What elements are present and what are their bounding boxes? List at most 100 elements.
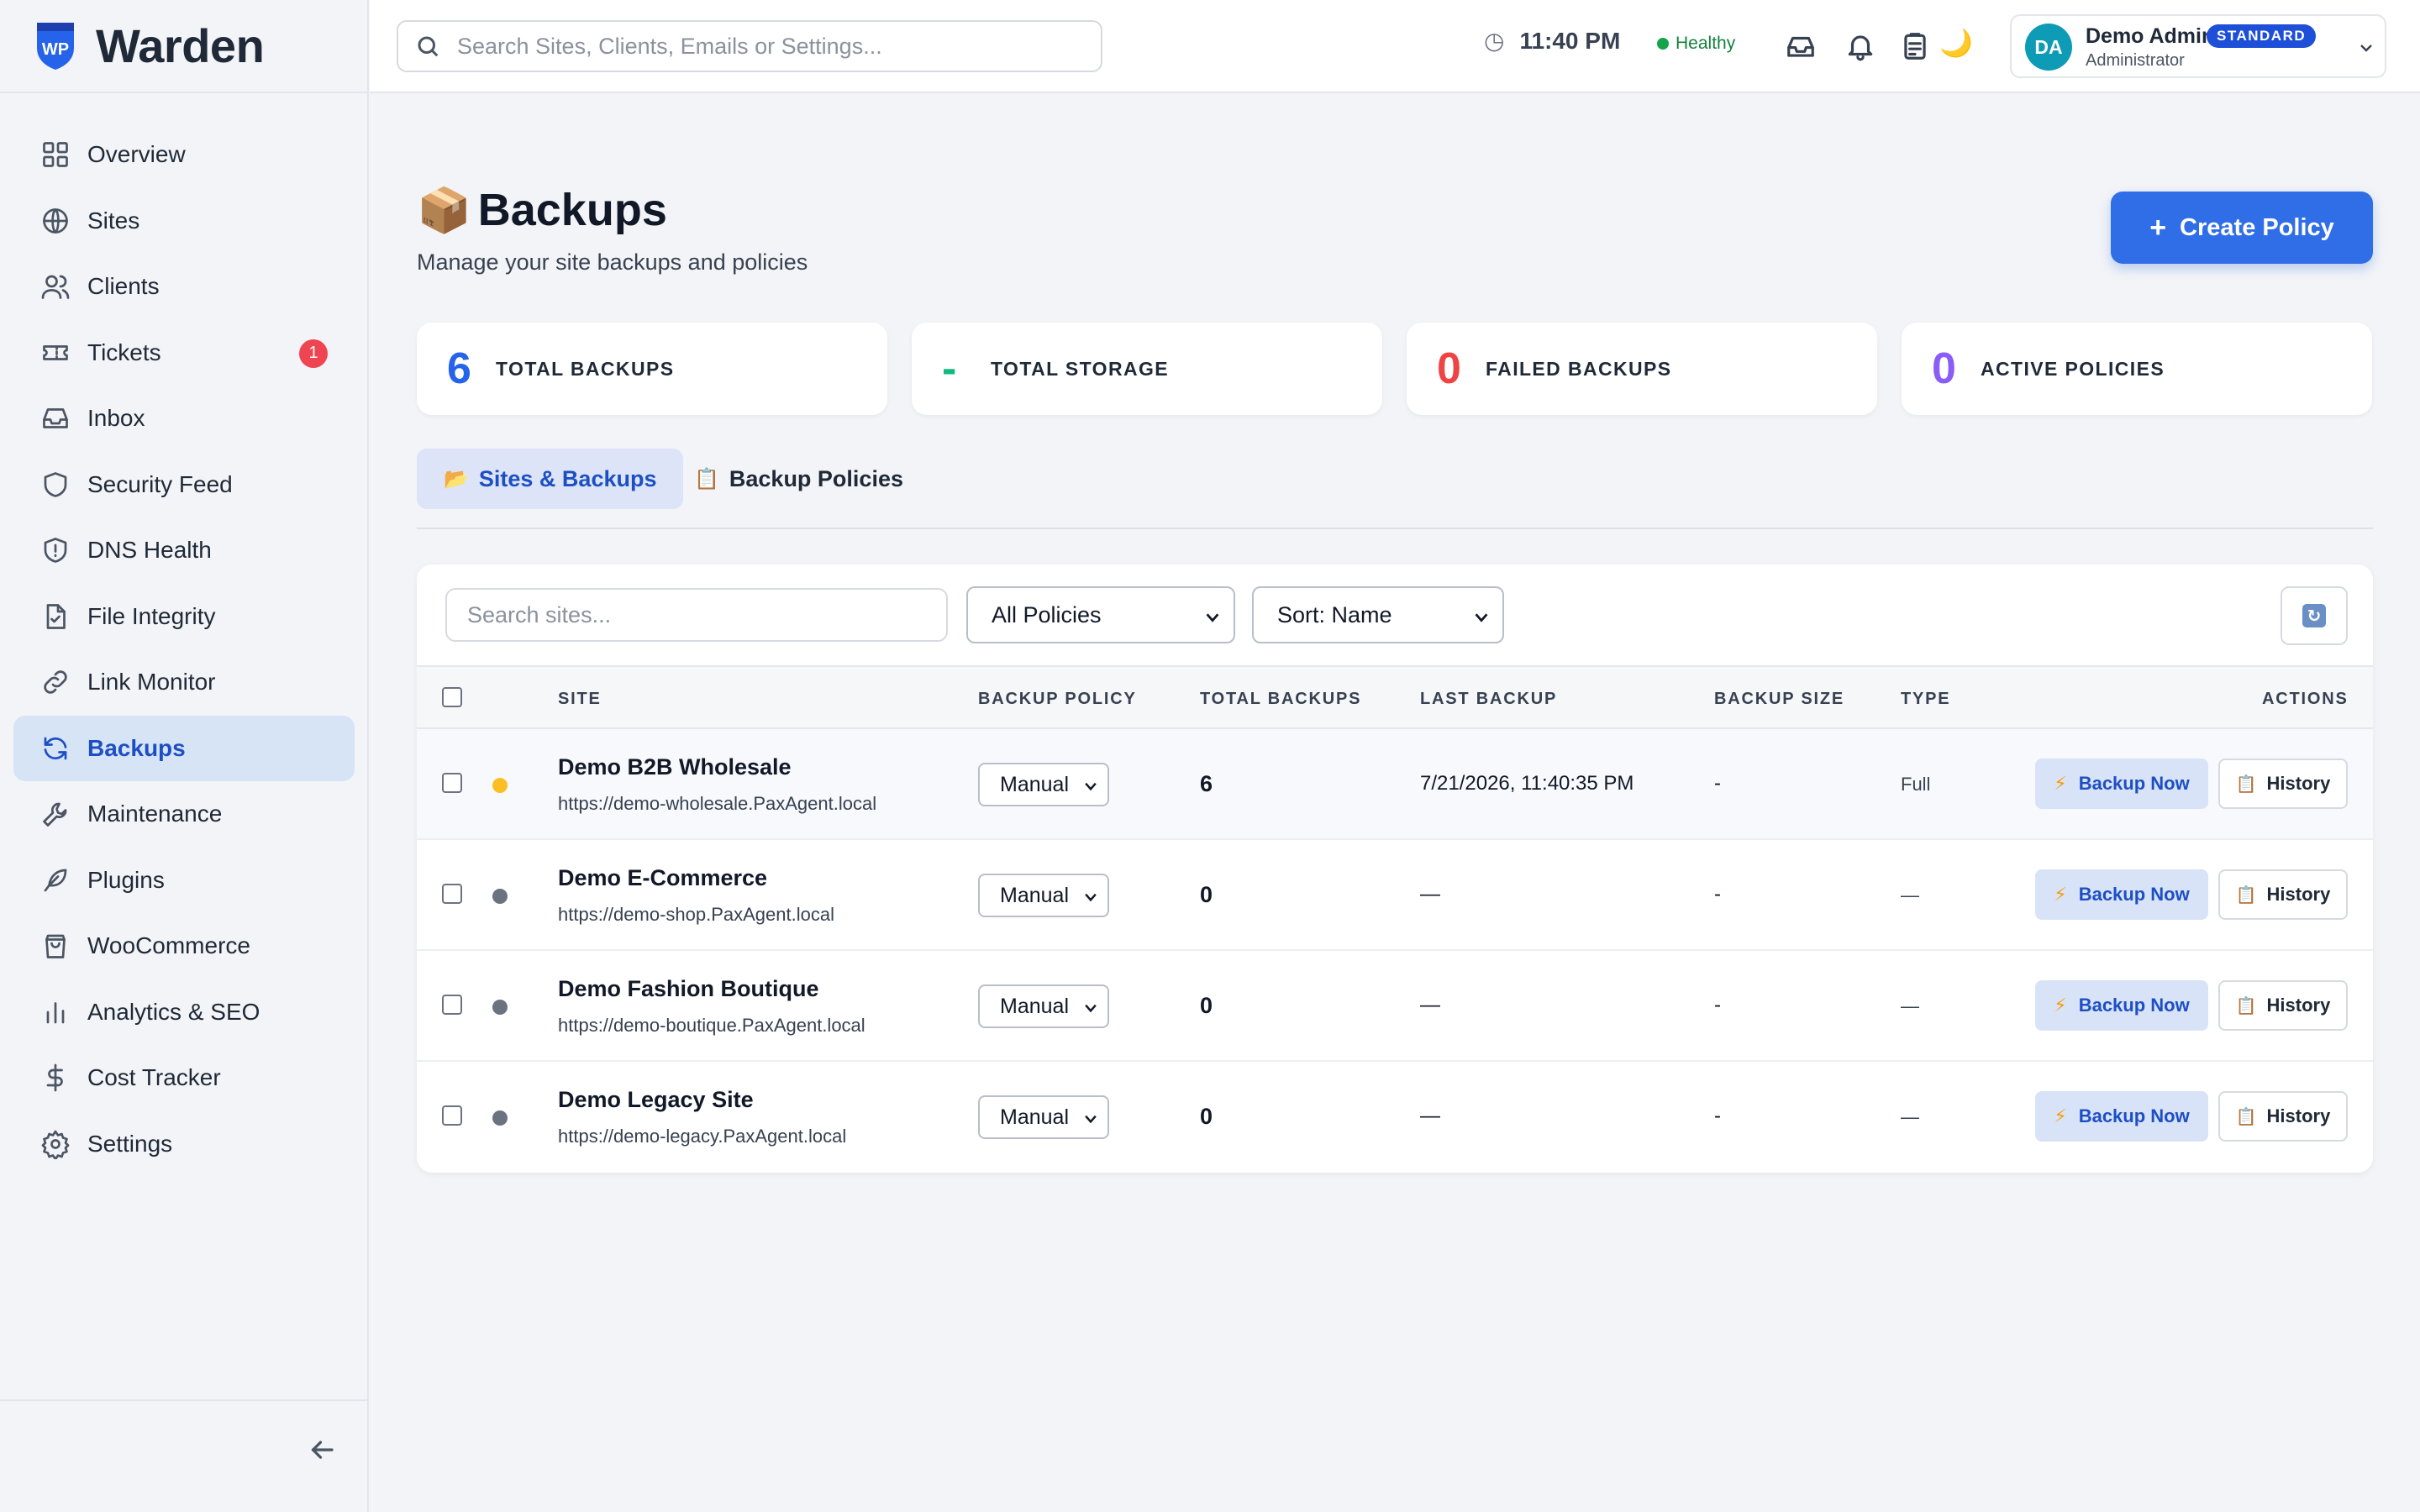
last-backup-value: — [1420, 994, 1440, 1016]
row-checkbox[interactable] [442, 1105, 462, 1126]
chevron-down-icon [1085, 893, 1097, 902]
backup-now-button[interactable]: ⚡ Backup Now [2035, 1091, 2208, 1142]
status-dot-icon [492, 1000, 508, 1015]
stats-row: 6 TOTAL BACKUPS - TOTAL STORAGE 0 FAILED… [417, 323, 2373, 415]
user-profile-menu[interactable]: DA Demo Admin STANDARD Administrator [2010, 14, 2386, 78]
lightning-icon: ⚡ [2054, 773, 2067, 794]
notifications-button[interactable] [1844, 30, 1876, 62]
sidebar-item-sites[interactable]: Sites [13, 188, 355, 254]
stat-label: FAILED BACKUPS [1486, 357, 1672, 380]
site-search-input[interactable] [445, 588, 948, 642]
select-all-checkbox[interactable] [442, 687, 462, 707]
stat-value: 6 [447, 344, 471, 393]
sidebar-item-link-monitor[interactable]: Link Monitor [13, 649, 355, 715]
sidebar-item-file-integrity[interactable]: File Integrity [13, 584, 355, 649]
bar-chart-icon [46, 1001, 65, 1023]
history-button[interactable]: 📋 History [2218, 869, 2348, 920]
row-checkbox[interactable] [442, 773, 462, 793]
site-name: Demo Fashion Boutique [558, 976, 819, 1001]
global-search[interactable] [397, 20, 1102, 72]
sidebar-item-plugins[interactable]: Plugins [13, 848, 355, 913]
backup-now-button[interactable]: ⚡ Backup Now [2035, 759, 2208, 809]
clipboard-list-icon [1904, 33, 1926, 60]
sidebar-item-backups[interactable]: Backups [13, 715, 355, 781]
site-url[interactable]: https://demo-legacy.PaxAgent.local [558, 1126, 846, 1147]
brand-name: Warden [96, 19, 265, 72]
arrow-left-icon[interactable] [307, 1435, 337, 1465]
backup-now-label: Backup Now [2078, 773, 2190, 794]
history-button[interactable]: 📋 History [2218, 759, 2348, 809]
sidebar-item-dns-health[interactable]: DNS Health [13, 517, 355, 583]
history-button[interactable]: 📋 History [2218, 1091, 2348, 1142]
sidebar: WP Warden Overview Sites Clients Tickets… [0, 0, 369, 1512]
sidebar-item-tickets[interactable]: Tickets 1 [13, 320, 355, 386]
link-icon [44, 670, 67, 694]
global-search-input[interactable] [457, 33, 1096, 60]
backup-now-button[interactable]: ⚡ Backup Now [2035, 980, 2208, 1031]
sort-value: Sort: Name [1277, 601, 1392, 627]
sidebar-item-analytics-seo[interactable]: Analytics & SEO [13, 979, 355, 1045]
backup-now-button[interactable]: ⚡ Backup Now [2035, 869, 2208, 920]
site-url[interactable]: https://demo-boutique.PaxAgent.local [558, 1015, 865, 1037]
backup-size-value: - [1714, 994, 1721, 1016]
create-policy-button[interactable]: + Create Policy [2111, 192, 2373, 264]
status-dot-icon [492, 889, 508, 904]
package-icon: 📦 [417, 186, 471, 235]
history-label: History [2266, 995, 2331, 1016]
sidebar-item-inbox[interactable]: Inbox [13, 386, 355, 451]
stat-value: 0 [1932, 344, 1956, 393]
backup-policy-select[interactable]: Manual [978, 763, 1109, 806]
sidebar-item-overview[interactable]: Overview [13, 122, 355, 187]
user-name: Demo Admin [2086, 24, 2215, 48]
inbox-button[interactable] [1785, 30, 1817, 62]
search-icon [418, 36, 439, 57]
tab-sites-backups[interactable]: 📂 Sites & Backups [417, 449, 684, 509]
column-header-backup-policy: BACKUP POLICY [978, 690, 1137, 708]
sidebar-item-label: Tickets [87, 339, 161, 365]
sidebar-item-label: Link Monitor [87, 669, 216, 695]
dark-mode-toggle-moon-icon[interactable]: 🌙 [1939, 27, 1973, 59]
tab-label: Sites & Backups [478, 465, 657, 491]
backup-type-value: — [1901, 885, 1919, 906]
site-url[interactable]: https://demo-shop.PaxAgent.local [558, 904, 834, 926]
sidebar-item-label: Overview [87, 141, 186, 167]
sidebar-collapse-area [0, 1399, 369, 1512]
clock: ◷ 11:40 PM [1484, 27, 1620, 55]
health-status[interactable]: Healthy [1657, 34, 1735, 54]
backup-policy-select[interactable]: Manual [978, 984, 1109, 1028]
feather-icon [44, 869, 67, 891]
sidebar-item-label: Maintenance [87, 801, 223, 827]
shield-icon [44, 471, 67, 497]
sidebar-item-woocommerce[interactable]: WooCommerce [13, 913, 355, 979]
stat-label: TOTAL STORAGE [991, 357, 1170, 380]
backup-policy-select[interactable]: Manual [978, 874, 1109, 917]
policy-filter-select[interactable]: All Policies [966, 586, 1235, 643]
backup-size-value: - [1714, 772, 1721, 795]
sort-select[interactable]: Sort: Name [1252, 586, 1504, 643]
history-button[interactable]: 📋 History [2218, 980, 2348, 1031]
shopping-bag-icon [45, 934, 66, 958]
clipboard-icon: 📋 [2235, 1107, 2257, 1126]
globe-icon [43, 207, 68, 234]
sidebar-item-security-feed[interactable]: Security Feed [13, 452, 355, 517]
sidebar-item-settings[interactable]: Settings [13, 1111, 355, 1177]
sidebar-nav: Overview Sites Clients Tickets 1 Inbox S… [13, 122, 355, 1177]
sidebar-item-label: Clients [87, 273, 160, 299]
inbox-tray-icon [1787, 36, 1814, 57]
main-content: 📦 Backups Manage your site backups and p… [370, 93, 2420, 1512]
tab-backup-policies[interactable]: 📋 Backup Policies [667, 449, 930, 509]
sidebar-item-maintenance[interactable]: Maintenance [13, 781, 355, 847]
backup-policy-select[interactable]: Manual [978, 1095, 1109, 1139]
sidebar-item-clients[interactable]: Clients [13, 254, 355, 319]
row-checkbox[interactable] [442, 884, 462, 904]
column-header-type: TYPE [1901, 690, 1951, 708]
row-checkbox[interactable] [442, 995, 462, 1015]
brand[interactable]: WP Warden [0, 0, 369, 93]
top-header: ◷ 11:40 PM Healthy 🌙 DA Demo Admin STAND… [370, 0, 2420, 93]
tasks-button[interactable] [1899, 30, 1931, 62]
site-url[interactable]: https://demo-wholesale.PaxAgent.local [558, 793, 876, 815]
refresh-button[interactable]: ↻ [2281, 586, 2348, 645]
backup-type-value: Full [1901, 774, 1931, 795]
sidebar-item-cost-tracker[interactable]: Cost Tracker [13, 1045, 355, 1110]
filter-bar: All Policies Sort: Name ↻ [417, 564, 2373, 665]
